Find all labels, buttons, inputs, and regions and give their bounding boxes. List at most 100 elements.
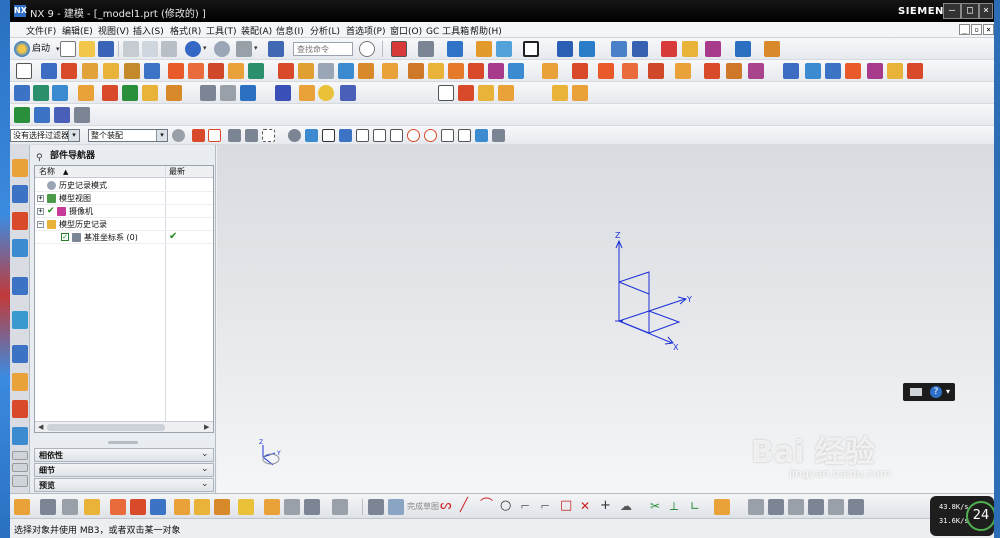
scroll-down-icon[interactable]: [12, 463, 28, 472]
visibility-checkbox[interactable]: ✓: [61, 233, 69, 241]
mirror-assembly-icon[interactable]: [110, 499, 126, 515]
information-icon[interactable]: [611, 41, 627, 57]
wrap-icon[interactable]: [508, 63, 524, 79]
analysis-icon[interactable]: [661, 41, 677, 57]
make-corner-icon[interactable]: ∟: [690, 499, 706, 515]
face-rule-icon[interactable]: [245, 129, 258, 142]
undo-icon[interactable]: [185, 41, 201, 57]
pin-icon[interactable]: ⚲: [36, 151, 43, 165]
examine-icon[interactable]: [54, 107, 70, 123]
n-sided-surface-icon[interactable]: [845, 63, 861, 79]
web-browser-tab[interactable]: [12, 277, 28, 295]
snap-perp-icon[interactable]: [390, 129, 403, 142]
snap-settings-icon[interactable]: [475, 129, 488, 142]
sort-up-icon[interactable]: ▲: [63, 166, 68, 178]
doc-close-icon[interactable]: ×: [983, 24, 994, 35]
history-tab[interactable]: [12, 311, 28, 329]
sync-move-face-icon[interactable]: [542, 63, 558, 79]
spline-icon[interactable]: [102, 85, 118, 101]
menu-item-11[interactable]: GC 工具箱: [426, 24, 469, 37]
menu-item-4[interactable]: 格式(R): [170, 24, 201, 37]
check-geometry-icon[interactable]: [14, 107, 30, 123]
tree-row-model-history[interactable]: − 模型历史记录: [35, 218, 213, 231]
chevron-down-icon[interactable]: ▾: [946, 387, 950, 396]
repeat-command-icon[interactable]: [236, 41, 252, 57]
dimension-curve-icon[interactable]: [240, 85, 256, 101]
through-curves-icon[interactable]: [805, 63, 821, 79]
make-tangent-icon[interactable]: [748, 63, 764, 79]
layer-icon[interactable]: [476, 41, 492, 57]
resize-blend-icon[interactable]: [622, 63, 638, 79]
quick-extend-icon[interactable]: ⟂: [670, 499, 686, 515]
drafting-icon[interactable]: [458, 85, 474, 101]
arc-icon[interactable]: ⌒: [480, 499, 496, 515]
scale-body-icon[interactable]: [488, 63, 504, 79]
open-folder-icon[interactable]: [79, 41, 95, 57]
show-constraints-icon[interactable]: [788, 499, 804, 515]
assembly-constraint-icon[interactable]: [14, 499, 30, 515]
mate-icon[interactable]: [62, 499, 78, 515]
scroll-right-icon[interactable]: ▶: [204, 423, 209, 431]
shell-icon[interactable]: [318, 63, 334, 79]
menu-item-6[interactable]: 装配(A): [241, 24, 272, 37]
network-monitor-widget[interactable]: 43.8K/s 31.6K/s 24: [930, 496, 994, 536]
trimmed-sheet-icon[interactable]: [907, 63, 923, 79]
sketch-icon[interactable]: [16, 63, 32, 79]
new-file-icon[interactable]: [60, 41, 76, 57]
sketch-task-icon[interactable]: [368, 499, 384, 515]
trim-body-icon[interactable]: [228, 63, 244, 79]
paste-icon[interactable]: [161, 41, 177, 57]
sphere-icon[interactable]: [318, 85, 334, 101]
close-button[interactable]: ×: [979, 3, 993, 19]
command-search-input[interactable]: [293, 42, 353, 56]
doc-restore-icon[interactable]: ▫: [971, 24, 982, 35]
line-icon[interactable]: ╱: [460, 499, 476, 515]
curve-icon[interactable]: [78, 85, 94, 101]
note-icon[interactable]: [478, 85, 494, 101]
clearance-icon[interactable]: [194, 499, 210, 515]
doc-minimize-icon[interactable]: _: [959, 24, 970, 35]
replace-component-icon[interactable]: [214, 499, 230, 515]
reuse-library-tab[interactable]: [12, 239, 28, 257]
extrude-icon[interactable]: [41, 63, 57, 79]
view-mini-toolbar[interactable]: ? ▾: [903, 383, 955, 401]
view-section-icon[interactable]: [34, 107, 50, 123]
point-icon[interactable]: [14, 85, 30, 101]
offset-curve-icon[interactable]: [122, 85, 138, 101]
cylinder-icon[interactable]: [275, 85, 291, 101]
undo-dropdown-icon[interactable]: ▾: [203, 44, 207, 52]
quick-trim-icon[interactable]: ✂: [650, 499, 666, 515]
cut-icon[interactable]: [123, 41, 139, 57]
navigator-horizontal-scrollbar[interactable]: ◀ ▶: [35, 421, 213, 432]
background-icon[interactable]: [523, 41, 539, 57]
render-style-icon[interactable]: [418, 41, 434, 57]
maximize-button[interactable]: □: [961, 3, 979, 19]
bridge-surface-icon[interactable]: [887, 63, 903, 79]
text-curve-icon[interactable]: [166, 85, 182, 101]
curvature-icon[interactable]: [682, 41, 698, 57]
unite-icon[interactable]: [168, 63, 184, 79]
sew-icon[interactable]: [428, 63, 444, 79]
wcs-icon[interactable]: [496, 41, 512, 57]
command-finder-icon[interactable]: [268, 41, 284, 57]
snap-quadrant-icon[interactable]: [424, 129, 437, 142]
alternate-solution-icon[interactable]: [828, 499, 844, 515]
curve-rule-icon[interactable]: [228, 129, 241, 142]
collapse-icon[interactable]: −: [37, 221, 44, 228]
hole-icon[interactable]: [82, 63, 98, 79]
snap-onpoint-icon[interactable]: [458, 129, 471, 142]
surface-icon[interactable]: [783, 63, 799, 79]
menu-item-7[interactable]: 信息(I): [276, 24, 304, 37]
quick-pick-icon[interactable]: [492, 129, 505, 142]
revolve-icon[interactable]: [61, 63, 77, 79]
auto-constrain-icon[interactable]: [768, 499, 784, 515]
part-navigator-tab[interactable]: [12, 212, 28, 230]
move-component-icon[interactable]: [579, 41, 595, 57]
scroll-left-icon[interactable]: ◀: [38, 423, 43, 431]
process-studio-tab[interactable]: [12, 400, 28, 418]
menu-item-1[interactable]: 编辑(E): [62, 24, 93, 37]
column-latest-header[interactable]: 最新: [169, 166, 185, 178]
inspect-icon[interactable]: [74, 107, 90, 123]
menu-item-5[interactable]: 工具(T): [206, 24, 237, 37]
navigator-tree[interactable]: 名称 ▲ 最新 历史记录模式 + 模型视图 + ✔ 摄像机 − 模型历史记录 ✓…: [34, 165, 214, 433]
